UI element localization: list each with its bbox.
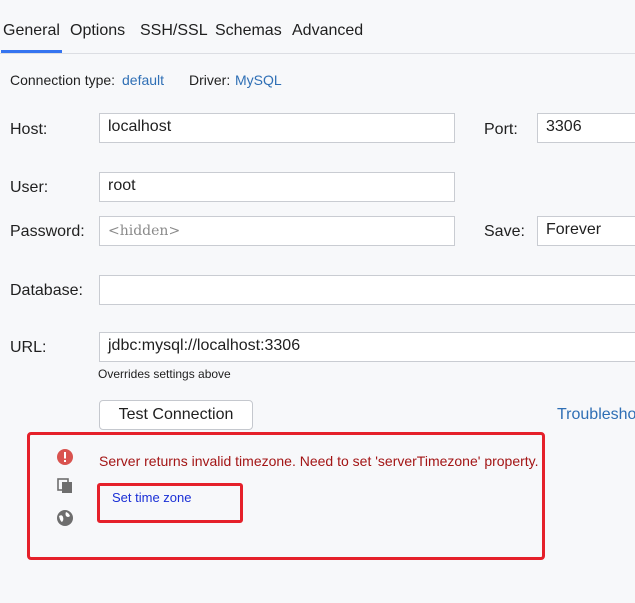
save-select[interactable]: Forever: [537, 216, 635, 246]
user-input[interactable]: root: [99, 172, 455, 202]
password-input[interactable]: <hidden>: [99, 216, 455, 246]
url-label: URL:: [10, 339, 47, 356]
save-label: Save:: [484, 223, 525, 240]
test-connection-button[interactable]: Test Connection: [99, 400, 253, 430]
connection-type-link[interactable]: default: [122, 72, 164, 88]
set-time-zone-link[interactable]: Set time zone: [112, 490, 192, 505]
troubleshooting-link[interactable]: Troubleshoo: [557, 406, 635, 424]
connection-type-label: Connection type:: [10, 72, 116, 88]
error-icon: [57, 449, 73, 465]
url-input[interactable]: jdbc:mysql://localhost:3306: [99, 332, 635, 362]
driver-link[interactable]: MySQL: [235, 72, 282, 88]
tab-bar: General Options SSH/SSL Schemas Advanced: [0, 0, 635, 54]
port-label: Port:: [484, 121, 518, 138]
driver-label: Driver:: [189, 72, 231, 88]
host-label: Host:: [10, 121, 48, 138]
password-label: Password:: [10, 223, 85, 240]
port-input[interactable]: 3306: [537, 113, 635, 143]
user-label: User:: [10, 179, 49, 196]
globe-icon[interactable]: [56, 509, 74, 527]
host-input[interactable]: localhost: [99, 113, 455, 143]
data-source-settings: General Options SSH/SSL Schemas Advanced…: [0, 0, 635, 603]
tab-options[interactable]: Options: [70, 22, 125, 40]
tab-ssh-ssl[interactable]: SSH/SSL: [140, 22, 208, 40]
tab-advanced[interactable]: Advanced: [292, 22, 363, 40]
url-hint: Overrides settings above: [98, 367, 231, 381]
copy-icon[interactable]: [56, 477, 74, 495]
tab-schemas[interactable]: Schemas: [215, 22, 282, 40]
tab-general[interactable]: General: [1, 22, 62, 53]
database-label: Database:: [10, 282, 83, 299]
database-input[interactable]: [99, 275, 635, 305]
error-message: Server returns invalid timezone. Need to…: [99, 453, 539, 469]
